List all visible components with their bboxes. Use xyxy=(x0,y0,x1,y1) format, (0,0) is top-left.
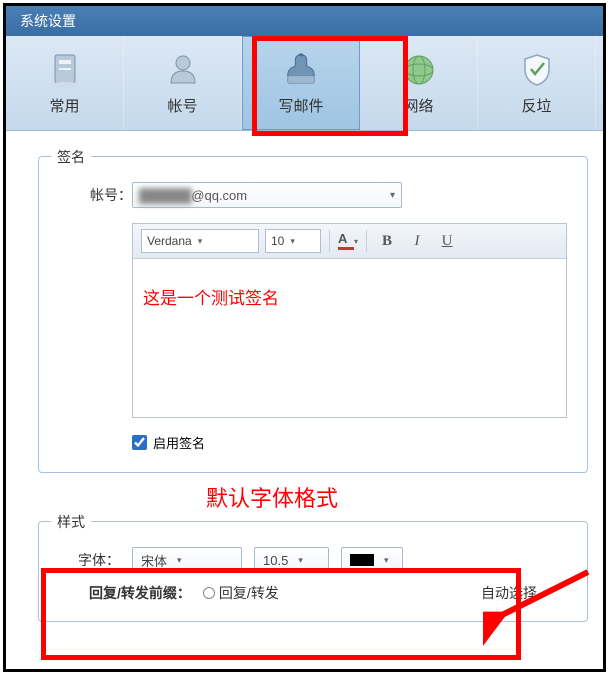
underline-button[interactable]: U xyxy=(435,229,459,253)
settings-tabs: 常用 帐号 写邮件 xyxy=(6,36,603,131)
editor-toolbar: Verdana ▾ 10 ▾ A ▾ B I U xyxy=(133,224,566,259)
account-select[interactable]: ██████ @qq.com ▾ xyxy=(132,182,402,208)
default-size-select[interactable]: 10.5 ▾ xyxy=(254,547,329,573)
text-color-button[interactable]: A ▾ xyxy=(338,232,358,250)
style-legend: 样式 xyxy=(51,512,91,532)
compose-icon xyxy=(282,51,320,89)
tab-label: 写邮件 xyxy=(278,95,323,116)
tab-label: 反垃 xyxy=(521,95,551,116)
font-label: 字体： xyxy=(64,550,120,570)
style-fieldset: 样式 字体： 宋体 ▾ 10.5 ▾ ▾ 回复/转发前缀： 回复/转发 xyxy=(38,521,588,622)
annotation-text: 默认字体格式 xyxy=(206,481,603,513)
content-area: 签名 帐号： ██████ @qq.com ▾ Verdana ▾ 10 xyxy=(6,131,603,622)
enable-signature-label: 启用签名 xyxy=(153,433,205,452)
chevron-down-icon: ▾ xyxy=(298,555,303,566)
tab-common[interactable]: 常用 xyxy=(6,36,124,130)
default-color-select[interactable]: ▾ xyxy=(341,547,403,573)
account-row: 帐号： ██████ @qq.com ▾ xyxy=(64,182,567,208)
toolbar-separator xyxy=(329,230,330,252)
font-style-row: 字体： 宋体 ▾ 10.5 ▾ ▾ xyxy=(64,547,567,573)
tab-network[interactable]: 网络 xyxy=(360,36,478,130)
chevron-down-icon: ▾ xyxy=(290,236,295,247)
chevron-down-icon: ▾ xyxy=(382,190,395,201)
editor-textarea[interactable]: 这是一个测试签名 xyxy=(133,259,566,417)
chevron-down-icon: ▾ xyxy=(198,236,203,247)
chevron-down-icon: ▾ xyxy=(354,237,358,246)
window-title: 系统设置 xyxy=(20,13,76,29)
enable-signature-checkbox[interactable] xyxy=(132,435,147,450)
chevron-down-icon: ▾ xyxy=(384,555,389,566)
reply-prefix-label: 回复/转发前缀： xyxy=(89,583,191,603)
account-icon xyxy=(164,51,202,89)
toolbar-separator xyxy=(366,230,367,252)
signature-legend: 签名 xyxy=(51,147,91,167)
tab-label: 帐号 xyxy=(167,95,197,116)
default-font-select[interactable]: 宋体 ▾ xyxy=(132,547,242,573)
font-family-select[interactable]: Verdana ▾ xyxy=(141,229,259,253)
tab-compose[interactable]: 写邮件 xyxy=(242,36,360,130)
radio-option[interactable]: 回复/转发 xyxy=(203,583,279,603)
color-swatch xyxy=(350,554,374,566)
common-icon xyxy=(46,51,84,89)
tab-antispam[interactable]: 反垃 xyxy=(478,36,596,130)
account-label: 帐号： xyxy=(64,185,132,205)
italic-button[interactable]: I xyxy=(405,229,429,253)
reply-forward-row-cut: 回复/转发前缀： 回复/转发 自动选择 xyxy=(89,583,567,603)
shield-icon xyxy=(518,51,556,89)
auto-select-label: 自动选择 xyxy=(481,583,537,603)
font-size-select[interactable]: 10 ▾ xyxy=(265,229,321,253)
bold-button[interactable]: B xyxy=(375,229,399,253)
signature-fieldset: 签名 帐号： ██████ @qq.com ▾ Verdana ▾ 10 xyxy=(38,156,588,473)
signature-editor: Verdana ▾ 10 ▾ A ▾ B I U xyxy=(132,223,567,418)
account-value-text: @qq.com xyxy=(191,188,247,203)
window-title-bar: 系统设置 xyxy=(6,6,603,36)
account-obscured: ██████ xyxy=(139,188,191,203)
network-icon xyxy=(400,51,438,89)
tab-label: 网络 xyxy=(403,95,433,116)
chevron-down-icon: ▾ xyxy=(177,555,182,566)
tab-account[interactable]: 帐号 xyxy=(124,36,242,130)
enable-signature-row: 启用签名 xyxy=(132,433,567,452)
tab-label: 常用 xyxy=(49,95,79,116)
